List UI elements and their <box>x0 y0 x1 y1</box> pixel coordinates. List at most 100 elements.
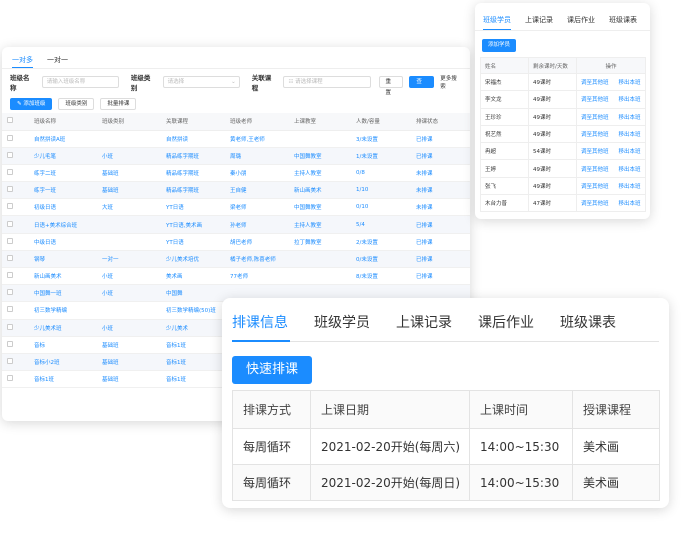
table-cell <box>469 198 470 217</box>
table-cell: 已排课 <box>411 233 469 251</box>
row-checkbox[interactable] <box>7 306 13 313</box>
class-name-link[interactable]: 练字二班 <box>29 164 97 183</box>
transfer-class-link[interactable]: 调至其他班 <box>581 201 609 207</box>
add-student-button[interactable]: 添加学员 <box>482 39 517 52</box>
row-checkbox[interactable] <box>7 323 13 330</box>
remove-from-class-link[interactable]: 移出本班 <box>619 167 641 173</box>
tab-schedule-info[interactable]: 排课信息 <box>232 312 288 340</box>
course-cell: 美术画 <box>572 428 660 465</box>
row-checkbox[interactable] <box>7 340 13 347</box>
class-name-link[interactable]: 初三数学精编 <box>29 301 97 320</box>
remove-from-class-link[interactable]: 移出本班 <box>619 97 641 103</box>
table-row: 自然拼读A班 自然拼读 黄老师,王老师 3/未设置 已排课 <box>2 130 470 148</box>
table-cell: YT日语 <box>161 233 225 251</box>
filter-bar: 班级名称 请输入班级名称 班级类别 请选择 ⌄ 关联课程 ☷ 请选择课程 重置 … <box>2 69 470 96</box>
tab-attendance-records[interactable]: 上课记录 <box>396 312 452 340</box>
column-header: 人数/容量 <box>351 113 411 131</box>
course-input[interactable]: ☷ 请选择课程 <box>283 76 371 88</box>
table-cell: 3/未设置 <box>351 130 411 148</box>
batch-schedule-button[interactable]: 批量排课 <box>100 98 137 110</box>
quick-schedule-button[interactable]: 快速排课 <box>232 356 312 384</box>
transfer-class-link[interactable]: 调至其他班 <box>581 80 609 86</box>
row-checkbox[interactable] <box>7 168 13 175</box>
row-checkbox[interactable] <box>7 375 13 382</box>
class-name-link[interactable]: 少儿美术班 <box>29 319 97 337</box>
class-name-link[interactable]: 练字一班 <box>29 181 97 200</box>
table-cell <box>97 130 161 148</box>
class-table-header: 班级名称 班级类别 关联课程 班级老师 上课教室 人数/容量 排课状态 <box>2 113 470 131</box>
row-checkbox[interactable] <box>7 151 13 158</box>
class-type-select[interactable]: 请选择 ⌄ <box>162 76 240 88</box>
tab-class-timetable[interactable]: 班级课表 <box>609 15 637 30</box>
students-panel-tabs: 班级学员 上课记录 课后作业 班级课表 <box>475 3 650 31</box>
remove-from-class-link[interactable]: 移出本班 <box>619 115 641 121</box>
row-actions-cell: 调至其他班 移出本班 <box>576 159 646 178</box>
transfer-class-link[interactable]: 调至其他班 <box>581 149 609 155</box>
class-name-link[interactable]: 音标小2班 <box>29 353 97 372</box>
table-cell: 5/4 <box>351 215 411 234</box>
query-button[interactable]: 查询 <box>409 76 435 96</box>
table-cell: 一对一 <box>97 250 161 269</box>
row-checkbox[interactable] <box>7 272 13 279</box>
row-checkbox-cell <box>2 284 29 303</box>
transfer-class-link[interactable]: 调至其他班 <box>581 167 609 173</box>
more-search-link[interactable]: 更多搜索 <box>440 74 462 90</box>
remaining-hours-cell: 54课时 <box>528 142 577 161</box>
class-name-link[interactable]: 钢琴 <box>29 250 97 269</box>
remove-from-class-link[interactable]: 移出本班 <box>619 132 641 138</box>
row-checkbox-cell <box>2 164 29 183</box>
schedule-table: 排课方式 上课日期 上课时间 授课课程 每周循环 2021-02-20开始(每周… <box>232 390 660 501</box>
table-cell: 美术画 <box>161 267 225 286</box>
remove-from-class-link[interactable]: 移出本班 <box>619 149 641 155</box>
row-checkbox[interactable] <box>7 237 13 244</box>
row-checkbox[interactable] <box>7 220 13 227</box>
table-cell: 1/10 <box>351 181 411 200</box>
class-type-button[interactable]: 班级类别 <box>58 98 95 110</box>
tab-one-to-one[interactable]: 一对一 <box>47 55 68 68</box>
class-name-link[interactable]: 音标1班 <box>29 370 97 389</box>
row-checkbox[interactable] <box>7 186 13 193</box>
row-checkbox-cell <box>2 336 29 354</box>
class-name-link[interactable]: 自然拼读A班 <box>29 130 97 148</box>
remove-from-class-link[interactable]: 移出本班 <box>619 201 641 207</box>
table-cell: 0/未设置 <box>351 250 411 269</box>
row-checkbox[interactable] <box>7 358 13 365</box>
table-cell <box>469 181 470 200</box>
reset-button[interactable]: 重置 <box>378 76 404 96</box>
class-name-link[interactable]: 音标 <box>29 336 97 354</box>
class-name-link[interactable]: 新山画美术 <box>29 267 97 286</box>
class-name-link[interactable]: 少儿毛笔 <box>29 147 97 165</box>
remove-from-class-link[interactable]: 移出本班 <box>619 80 641 86</box>
select-all-checkbox[interactable] <box>7 117 13 124</box>
tab-homework[interactable]: 课后作业 <box>478 312 534 340</box>
row-checkbox[interactable] <box>7 289 13 296</box>
tab-class-students[interactable]: 班级学员 <box>314 312 370 340</box>
chevron-down-icon: ⌄ <box>231 79 236 85</box>
class-name-link[interactable]: 中级日语 <box>29 233 97 251</box>
tab-homework[interactable]: 课后作业 <box>567 15 595 30</box>
row-checkbox-cell <box>2 301 29 320</box>
table-cell: 主持人教室 <box>289 215 351 234</box>
transfer-class-link[interactable]: 调至其他班 <box>581 97 609 103</box>
transfer-class-link[interactable]: 调至其他班 <box>581 132 609 138</box>
remove-from-class-link[interactable]: 移出本班 <box>619 184 641 190</box>
table-cell: 黄老师,王老师 <box>225 130 289 148</box>
tab-class-students[interactable]: 班级学员 <box>483 15 511 30</box>
tab-one-to-many[interactable]: 一对多 <box>12 55 33 68</box>
class-name-link[interactable]: 中国舞一班 <box>29 284 97 303</box>
column-header: 班级类别 <box>97 113 161 131</box>
transfer-class-link[interactable]: 调至其他班 <box>581 115 609 121</box>
tab-class-timetable[interactable]: 班级课表 <box>560 312 616 340</box>
row-checkbox[interactable] <box>7 203 13 210</box>
add-class-button[interactable]: ✎ 添加班级 <box>10 98 53 110</box>
student-name-cell: 李文龙 <box>480 90 529 109</box>
table-cell: 未排课 <box>411 181 469 200</box>
row-checkbox[interactable] <box>7 254 13 261</box>
students-table: 姓名 剩余课时/天数 操作 宋福杰 49课时 调至其他班 移出本班 李文龙 49课时 调至其… <box>480 57 646 213</box>
class-name-link[interactable]: 初级日语 <box>29 198 97 217</box>
class-name-link[interactable]: 日语+美术综合班 <box>29 215 97 234</box>
transfer-class-link[interactable]: 调至其他班 <box>581 184 609 190</box>
tab-attendance-records[interactable]: 上课记录 <box>525 15 553 30</box>
row-checkbox[interactable] <box>7 134 13 141</box>
class-name-input[interactable]: 请输入班级名称 <box>41 76 119 88</box>
